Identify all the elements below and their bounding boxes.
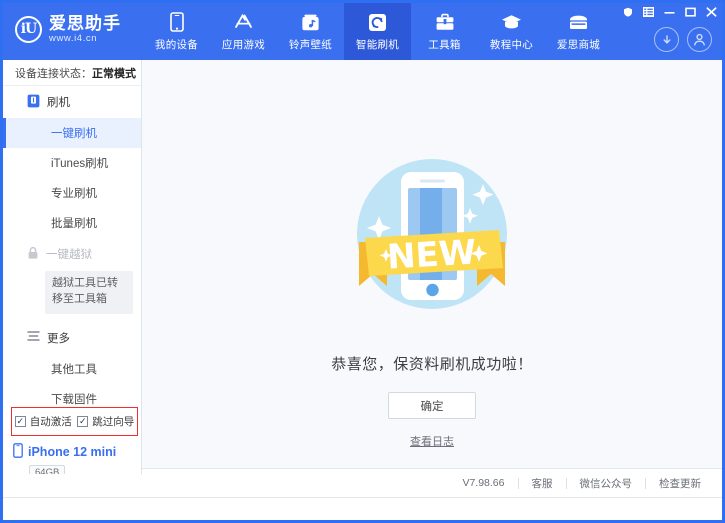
sidebar-group-jailbreak: 一键越狱	[3, 238, 141, 270]
download-circle-icon[interactable]	[654, 27, 679, 52]
flash-options-highlight-box: ✓ 自动激活 ✓ 跳过向导	[11, 407, 138, 436]
sidebar-item-itunes-flash[interactable]: iTunes刷机	[3, 148, 141, 178]
connection-status-value: 正常模式	[92, 65, 136, 81]
menu-list-icon[interactable]	[643, 6, 654, 17]
checkbox-label: 自动激活	[30, 414, 72, 429]
sidebar-item-other-tools[interactable]: 其他工具	[3, 354, 141, 384]
app-logo: iU 爱思助手 www.i4.cn	[15, 15, 121, 44]
flash-device-icon	[27, 94, 40, 111]
device-name-row: iPhone 12 mini	[13, 443, 141, 461]
checkbox-skip-wizard[interactable]: ✓ 跳过向导	[77, 414, 134, 429]
sidebar-item-label: iTunes刷机	[51, 155, 108, 171]
nav-tab-my-device[interactable]: 我的设备	[143, 3, 210, 60]
maximize-icon[interactable]	[685, 6, 696, 17]
connection-status: 设备连接状态：正常模式	[3, 60, 141, 86]
view-log-link[interactable]: 查看日志	[410, 433, 454, 449]
sidebar-item-label: 一键刷机	[51, 125, 97, 141]
music-wallpaper-icon	[301, 12, 320, 33]
main-content: NEW 恭喜您，保资料刷机成功啦！ 确定 查看日志	[142, 60, 722, 468]
connection-status-label: 设备连接状态：	[15, 65, 92, 81]
new-phone-badge-illustration: NEW	[337, 138, 527, 339]
nav-tab-label: 爱思商城	[557, 37, 600, 52]
nav-tab-label: 智能刷机	[356, 37, 399, 52]
nav-tab-label: 应用游戏	[222, 37, 265, 52]
title-bar: iU 爱思助手 www.i4.cn 我的设备 应用游戏	[3, 3, 722, 60]
toolbox-icon	[435, 12, 455, 33]
jailbreak-tooltip: 越狱工具已转移至工具箱	[45, 271, 133, 314]
user-circle-icon[interactable]	[687, 27, 712, 52]
nav-tab-label: 我的设备	[155, 37, 198, 52]
lock-icon	[27, 246, 39, 263]
nav-tab-toolbox[interactable]: 工具箱	[411, 3, 478, 60]
sidebar-group-label: 刷机	[47, 94, 70, 110]
graduation-cap-icon	[501, 12, 522, 33]
nav-tab-smart-flash[interactable]: 智能刷机	[344, 3, 411, 60]
list-lines-icon	[27, 330, 40, 345]
device-name-text: iPhone 12 mini	[28, 445, 116, 459]
sidebar-item-label: 其他工具	[51, 361, 97, 377]
app-store-icon	[233, 12, 254, 33]
minimize-icon[interactable]	[664, 6, 675, 17]
nav-tab-tutorial-center[interactable]: 教程中心	[478, 3, 545, 60]
nav-tab-label: 教程中心	[490, 37, 533, 52]
phone-small-icon	[13, 443, 23, 461]
sidebar-item-one-key-flash[interactable]: 一键刷机	[3, 118, 141, 148]
checkbox-box[interactable]: ✓	[77, 416, 88, 427]
sidebar: 设备连接状态：正常模式 刷机 一键刷机 iTunes刷机 专业刷机 批量刷机 一…	[3, 60, 142, 497]
check-update-link[interactable]: 检查更新	[646, 476, 714, 491]
close-icon[interactable]	[706, 6, 717, 17]
store-icon	[568, 12, 589, 33]
logo-title: 爱思助手	[49, 15, 121, 33]
confirm-button[interactable]: 确定	[388, 392, 476, 419]
success-message: 恭喜您，保资料刷机成功啦！	[331, 353, 533, 374]
sidebar-group-more[interactable]: 更多	[3, 322, 141, 354]
logo-mark-icon: iU	[15, 16, 42, 43]
sidebar-group-flash[interactable]: 刷机	[3, 86, 141, 118]
nav-tab-store[interactable]: 爱思商城	[545, 3, 612, 60]
nav-tab-label: 铃声壁纸	[289, 37, 332, 52]
refresh-flash-icon	[368, 12, 387, 33]
phone-icon	[170, 12, 184, 33]
status-bar: V7.98.66 客服 微信公众号 检查更新	[142, 468, 722, 497]
sidebar-group-label: 一键越狱	[46, 246, 92, 262]
nav-tab-apps-games[interactable]: 应用游戏	[210, 3, 277, 60]
sidebar-item-label: 下载固件	[51, 391, 97, 407]
window-bottom-strip	[3, 497, 722, 520]
logo-subtitle: www.i4.cn	[49, 34, 121, 44]
version-label: V7.98.66	[449, 477, 517, 489]
sidebar-group-label: 更多	[47, 330, 70, 346]
sidebar-item-label: 专业刷机	[51, 185, 97, 201]
main-navigation: 我的设备 应用游戏 铃声壁纸 智能刷机	[143, 3, 612, 60]
sidebar-bottom-strip	[3, 474, 142, 497]
badge-icon[interactable]	[622, 6, 633, 17]
ribbon-text: NEW	[386, 232, 477, 277]
checkbox-box[interactable]: ✓	[15, 416, 26, 427]
i4-assistant-window: iU 爱思助手 www.i4.cn 我的设备 应用游戏	[0, 0, 725, 523]
window-controls	[622, 6, 717, 17]
checkbox-label: 跳过向导	[92, 414, 134, 429]
logo-text: 爱思助手 www.i4.cn	[49, 15, 121, 44]
account-area	[654, 27, 712, 52]
sidebar-item-batch-flash[interactable]: 批量刷机	[3, 208, 141, 238]
nav-tab-ringtone-wallpaper[interactable]: 铃声壁纸	[277, 3, 344, 60]
customer-service-link[interactable]: 客服	[519, 476, 566, 491]
sidebar-item-pro-flash[interactable]: 专业刷机	[3, 178, 141, 208]
checkbox-auto-activate[interactable]: ✓ 自动激活	[15, 414, 72, 429]
wechat-official-link[interactable]: 微信公众号	[567, 476, 646, 491]
sidebar-item-label: 批量刷机	[51, 215, 97, 231]
nav-tab-label: 工具箱	[428, 37, 460, 52]
